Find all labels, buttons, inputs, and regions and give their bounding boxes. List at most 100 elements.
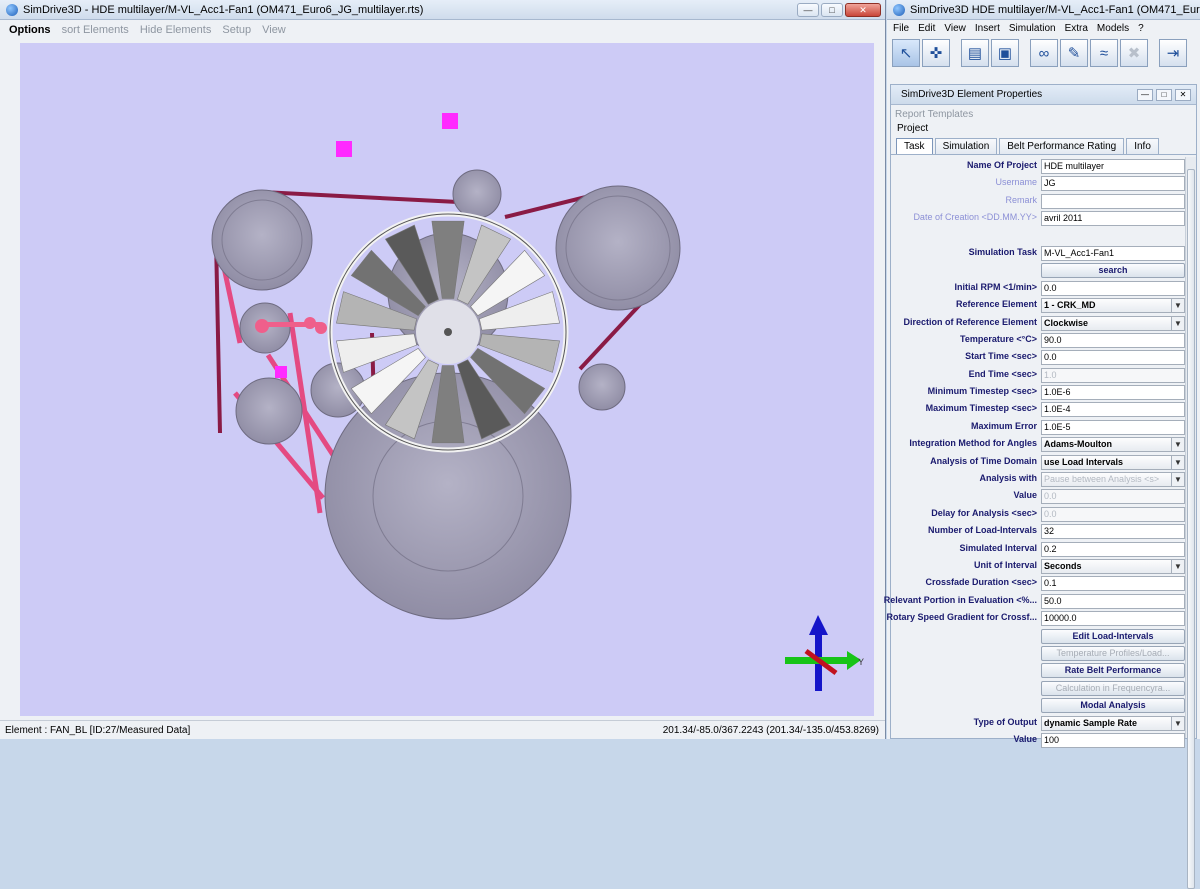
property-row: Number of Load-Intervals 32 (895, 523, 1185, 540)
property-row: Relevant Portion in Evaluation <%... 50.0 (884, 593, 1185, 610)
property-label: Temperature <°C> (960, 333, 1037, 344)
dropdown-value: Clockwise (1044, 317, 1089, 328)
action-button[interactable]: search (1041, 263, 1185, 279)
property-input[interactable]: avril 2011 (1041, 211, 1185, 227)
properties-scrollbar[interactable] (1185, 157, 1196, 889)
property-input[interactable]: 32 (1041, 524, 1185, 540)
action-button[interactable]: Modal Analysis (1041, 698, 1185, 714)
action-button[interactable]: Rate Belt Performance (1041, 663, 1185, 679)
property-dropdown[interactable]: Adams-Moulton ▼ (1041, 437, 1185, 453)
tab-simulation[interactable]: Simulation (934, 138, 998, 154)
property-input[interactable] (1041, 193, 1185, 209)
minimize-icon[interactable]: — (797, 2, 819, 17)
property-input[interactable]: M-VL_Acc1-Fan1 (1041, 245, 1185, 261)
report-templates[interactable]: Report Templates (891, 105, 1196, 123)
menu-item[interactable]: View (262, 24, 286, 36)
main-titlebar[interactable]: SimDrive3D HDE multilayer/M-VL_Acc1-Fan1… (887, 0, 1200, 20)
action-button[interactable]: Edit Load-Intervals (1041, 628, 1185, 644)
property-input[interactable]: 0.0 (1041, 280, 1185, 296)
close-icon[interactable]: ✕ (1175, 88, 1191, 101)
move-icon[interactable]: ✜ (922, 39, 950, 67)
property-dropdown[interactable]: 1 - CRK_MD ▼ (1041, 298, 1185, 314)
status-coordinates: 201.34/-85.0/367.2243 (201.34/-135.0/453… (662, 724, 879, 736)
property-input[interactable]: 50.0 (1041, 593, 1185, 609)
property-input: 1.0 (1041, 367, 1185, 383)
scroll-thumb[interactable] (1187, 169, 1195, 889)
property-row: End Time <sec> 1.0 (895, 367, 1185, 384)
property-input[interactable]: 1.0E-5 (1041, 419, 1185, 435)
open-icon[interactable]: ▤ (961, 39, 989, 67)
menu-item[interactable]: ? (1138, 23, 1144, 34)
chain-copy-icon[interactable]: ≈ (1090, 39, 1118, 67)
minimize-icon[interactable]: — (1137, 88, 1153, 101)
property-input[interactable]: 1.0E-6 (1041, 385, 1185, 401)
panel-titlebar[interactable]: SimDrive3D Element Properties — □ ✕ (891, 85, 1196, 105)
app-icon (6, 3, 18, 16)
viewer-title: SimDrive3D - HDE multilayer/M-VL_Acc1-Fa… (23, 3, 424, 16)
property-label: Simulated Interval (959, 542, 1037, 553)
property-row: Crossfade Duration <sec> 0.1 (895, 575, 1185, 592)
property-dropdown[interactable]: Clockwise ▼ (1041, 315, 1185, 331)
property-input[interactable]: 0.0 (1041, 350, 1185, 366)
property-input[interactable]: 1.0E-4 (1041, 402, 1185, 418)
chain-edit-icon[interactable]: ✎ (1060, 39, 1088, 67)
pulley[interactable] (235, 377, 303, 445)
property-tabs: Task Simulation Belt Performance Rating Inf… (891, 138, 1196, 155)
menu-item[interactable]: Simulation (1009, 23, 1056, 34)
chevron-down-icon[interactable]: ▼ (1171, 559, 1184, 573)
tab-info[interactable]: Info (1126, 138, 1159, 154)
save-icon[interactable]: ▣ (991, 39, 1019, 67)
viewer-titlebar[interactable]: SimDrive3D - HDE multilayer/M-VL_Acc1-Fa… (0, 0, 885, 20)
dropdown-value: dynamic Sample Rate (1044, 717, 1138, 728)
maximize-icon[interactable]: □ (821, 2, 843, 17)
pointer-icon[interactable]: ↖ (892, 39, 920, 67)
pulley[interactable] (578, 363, 626, 411)
menu-item[interactable]: Insert (975, 23, 1000, 34)
property-row: Initial RPM <1/min> 0.0 (895, 280, 1185, 297)
property-row: search (895, 262, 1185, 279)
menu-item[interactable]: Extra (1065, 23, 1088, 34)
property-row: Delay for Analysis <sec> 0.0 (895, 506, 1185, 523)
property-dropdown[interactable]: dynamic Sample Rate ▼ (1041, 715, 1185, 731)
pulley[interactable] (555, 185, 681, 311)
property-dropdown[interactable]: use Load Intervals ▼ (1041, 454, 1185, 470)
property-input[interactable]: 0.1 (1041, 576, 1185, 592)
maximize-icon[interactable]: □ (1156, 88, 1172, 101)
property-label: Number of Load-Intervals (927, 525, 1037, 536)
chevron-down-icon[interactable]: ▼ (1171, 299, 1184, 313)
tab-task[interactable]: Task (896, 138, 933, 154)
tab-belt-performance-rating[interactable]: Belt Performance Rating (999, 138, 1125, 154)
property-input[interactable]: HDE multilayer (1041, 159, 1185, 174)
menu-item[interactable]: Edit (918, 23, 935, 34)
property-input[interactable]: 90.0 (1041, 332, 1185, 348)
menu-item[interactable]: Hide Elements (140, 24, 212, 36)
property-input[interactable]: 10000.0 (1041, 611, 1185, 627)
property-row: Date of Creation <DD.MM.YY> avril 2011 (895, 210, 1185, 227)
chain-icon[interactable]: ∞ (1030, 39, 1058, 67)
property-row: Analysis of Time Domain use Load Interval… (895, 454, 1185, 471)
chevron-down-icon[interactable]: ▼ (1171, 438, 1184, 452)
chevron-down-icon[interactable]: ▼ (1171, 716, 1184, 730)
3d-viewport[interactable]: Y (20, 43, 874, 716)
menu-item[interactable]: View (944, 23, 966, 34)
menu-item[interactable]: Options (9, 24, 51, 36)
chevron-down-icon[interactable]: ▼ (1171, 316, 1184, 330)
property-input[interactable]: 0.2 (1041, 541, 1185, 557)
property-label: Analysis with (979, 473, 1037, 484)
menu-item[interactable]: sort Elements (62, 24, 129, 36)
chevron-down-icon[interactable]: ▼ (1171, 455, 1184, 469)
property-input[interactable]: 100 (1041, 732, 1185, 748)
property-row: Reference Element 1 - CRK_MD ▼ (895, 297, 1185, 314)
pulley[interactable] (211, 189, 313, 291)
property-input[interactable]: JG (1041, 176, 1185, 192)
export-icon[interactable]: ⇥ (1159, 39, 1187, 67)
menu-item[interactable]: File (893, 23, 909, 34)
close-icon[interactable]: ✕ (845, 2, 881, 17)
menu-item[interactable]: Models (1097, 23, 1129, 34)
property-dropdown[interactable]: Seconds ▼ (1041, 558, 1185, 574)
main-toolbar: ↖ ✜ ▤ ▣ ∞ ✎ ≈ ✖ ⇥ (887, 36, 1200, 70)
menu-item[interactable]: Setup (222, 24, 251, 36)
property-row: Temperature Profiles/Load... (895, 645, 1185, 662)
property-dropdown: Pause between Analysis <s> ▼ (1041, 472, 1185, 488)
pulley[interactable] (452, 169, 502, 219)
